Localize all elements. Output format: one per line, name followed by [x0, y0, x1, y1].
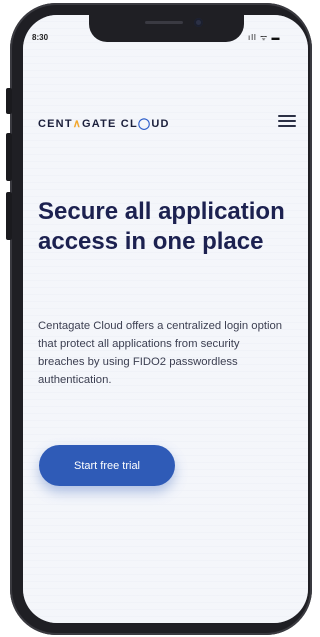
hero-title: Secure all application access in one pla…	[38, 198, 285, 255]
hamburger-menu-icon[interactable]	[278, 112, 296, 128]
front-camera	[194, 18, 203, 27]
logo-text-ud: UD	[151, 118, 170, 130]
speaker-grille	[145, 21, 183, 24]
logo-text-cent: CENT	[38, 118, 73, 130]
start-free-trial-button[interactable]: Start free trial	[39, 445, 175, 486]
status-icons: ıll ᯤ ▬	[248, 33, 281, 42]
phone-mute-button	[6, 88, 12, 114]
phone-notch	[89, 15, 244, 42]
hero-description: Centagate Cloud offers a centralized log…	[38, 320, 283, 386]
logo-o-mark: ◯	[137, 118, 152, 130]
centagate-cloud-logo[interactable]: CENT∧GATE CL◯UD	[38, 117, 170, 130]
logo-a-mark: ∧	[72, 118, 83, 130]
logo-text-gate-cl: GATE CL	[82, 118, 138, 130]
phone-volume-down-button	[6, 192, 12, 240]
status-time: 8:30	[32, 33, 49, 42]
phone-volume-up-button	[6, 133, 12, 181]
